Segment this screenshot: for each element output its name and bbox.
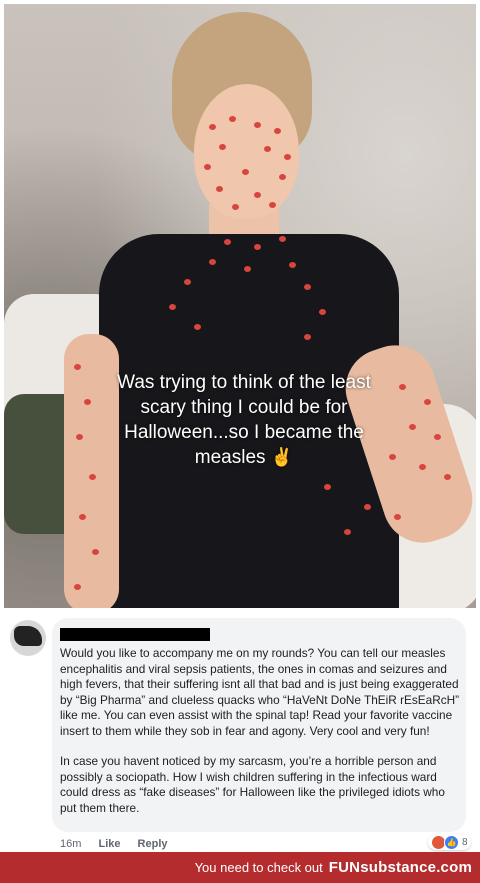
measles-spot [169, 304, 176, 310]
reply-button[interactable]: Reply [138, 838, 168, 850]
measles-spot [264, 146, 271, 152]
measles-spot [254, 244, 261, 250]
comment-paragraph: Would you like to accompany me on my rou… [60, 646, 460, 738]
measles-spot [394, 514, 401, 520]
watermark-banner: You need to check out FUNsubstance.com [0, 852, 480, 883]
like-reaction-icon: 👍 [444, 834, 459, 850]
caption-line-last: measles ✌ [44, 445, 444, 470]
meme-page: Was trying to think of the least scary t… [0, 0, 480, 883]
measles-spot [284, 154, 291, 160]
peace-sign-icon: ✌ [270, 447, 294, 467]
measles-spot [79, 514, 86, 520]
measles-spot [92, 549, 99, 555]
comment-timestamp[interactable]: 16m [60, 838, 81, 850]
photo-caption: Was trying to think of the least scary t… [44, 370, 444, 470]
avatar[interactable] [10, 620, 46, 656]
facebook-comment: Would you like to accompany me on my rou… [0, 610, 480, 850]
site-brand[interactable]: FUNsubstance.com [329, 859, 472, 876]
caption-line: scary thing I could be for [140, 397, 348, 418]
measles-spot [194, 324, 201, 330]
avatar-image [14, 626, 42, 646]
measles-spot [74, 584, 81, 590]
measles-spot [254, 122, 261, 128]
like-button[interactable]: Like [98, 838, 120, 850]
measles-spot [304, 334, 311, 340]
caption-line: Halloween...so I became the [124, 422, 364, 443]
measles-spot [216, 186, 223, 192]
measles-spot [204, 164, 211, 170]
measles-spot [254, 192, 261, 198]
measles-spot [344, 529, 351, 535]
comment-paragraph: In case you havent noticed by my sarcasm… [60, 754, 445, 815]
measles-spot [219, 144, 226, 150]
measles-spot [209, 124, 216, 130]
measles-spot [364, 504, 371, 510]
comment-text: Would you like to accompany me on my rou… [60, 646, 460, 831]
comment-bubble: Would you like to accompany me on my rou… [52, 618, 466, 832]
redacted-author-name [60, 628, 210, 641]
measles-spot [279, 174, 286, 180]
reaction-count: 8 [462, 836, 468, 848]
measles-spot [324, 484, 331, 490]
measles-spot [274, 128, 281, 134]
measles-spot [209, 259, 216, 265]
measles-spot [269, 202, 276, 208]
halloween-photo: Was trying to think of the least scary t… [4, 4, 476, 608]
measles-spot [229, 116, 236, 122]
banner-text: You need to check out [194, 860, 323, 875]
measles-spot [279, 236, 286, 242]
caption-line: Was trying to think of the least [117, 372, 371, 393]
measles-spot [232, 204, 239, 210]
caption-line-text: measles [194, 447, 266, 468]
reactions-summary[interactable]: 👍 8 [428, 834, 471, 850]
comment-actions: 16m Like Reply [60, 838, 182, 850]
measles-spot [244, 266, 251, 272]
measles-spot [319, 309, 326, 315]
measles-spot [304, 284, 311, 290]
measles-spot [444, 474, 451, 480]
measles-spot [289, 262, 296, 268]
measles-spot [242, 169, 249, 175]
measles-spot [184, 279, 191, 285]
face [194, 84, 299, 219]
measles-spot [89, 474, 96, 480]
measles-spot [224, 239, 231, 245]
